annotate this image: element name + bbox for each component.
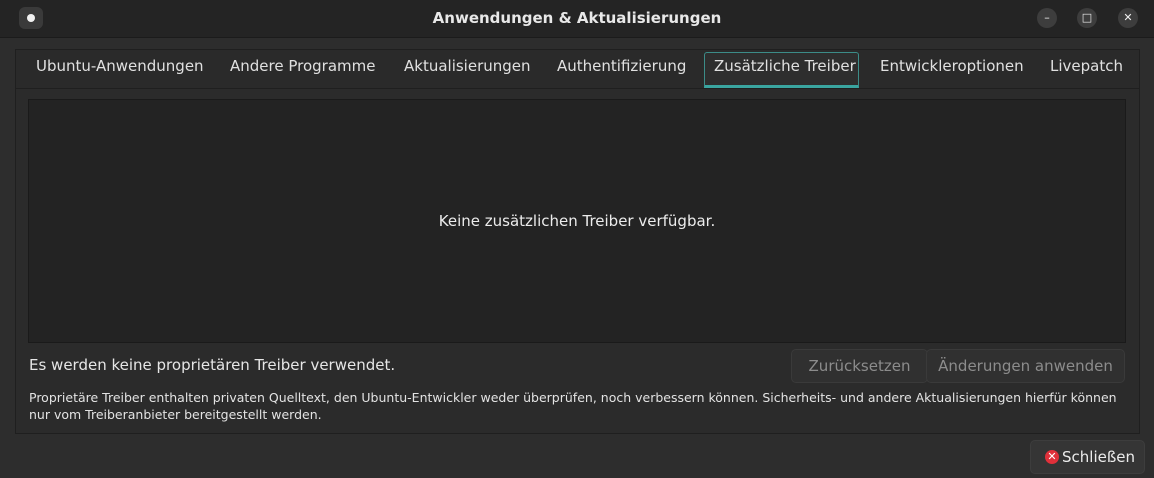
maximize-button[interactable]: □	[1077, 8, 1097, 28]
minimize-button[interactable]: –	[1037, 8, 1057, 28]
proprietary-driver-note: Proprietäre Treiber enthalten privaten Q…	[29, 390, 1117, 422]
close-icon: ✕	[1045, 450, 1059, 464]
window-title: Anwendungen & Aktualisierungen	[432, 9, 722, 27]
tab-notebook: Ubuntu-Anwendungen Andere Programme Aktu…	[15, 49, 1140, 434]
revert-button[interactable]: Zurücksetzen	[791, 349, 928, 383]
close-button[interactable]: ✕ Schließen	[1030, 440, 1145, 474]
tab-zusaetzliche-treiber-label[interactable]: Zusätzliche Treiber	[714, 57, 856, 75]
apply-changes-button[interactable]: Änderungen anwenden	[926, 349, 1125, 383]
tab-entwickleroptionen[interactable]: Entwickleroptionen	[880, 57, 1024, 75]
close-button-label: Schließen	[1062, 448, 1136, 466]
tab-andere-programme[interactable]: Andere Programme	[230, 57, 375, 75]
tab-aktualisierungen[interactable]: Aktualisierungen	[404, 57, 531, 75]
driver-status: Es werden keine proprietären Treiber ver…	[29, 356, 396, 374]
title-bar: Anwendungen & Aktualisierungen – □ ✕	[0, 0, 1154, 38]
tab-authentifizierung[interactable]: Authentifizierung	[557, 57, 686, 75]
no-drivers-message: Keine zusätzlichen Treiber verfügbar.	[438, 212, 716, 230]
driver-list: Keine zusätzlichen Treiber verfügbar.	[28, 99, 1126, 343]
tab-bar: Ubuntu-Anwendungen Andere Programme Aktu…	[16, 50, 1139, 89]
tab-livepatch[interactable]: Livepatch	[1050, 57, 1123, 75]
close-window-button[interactable]: ✕	[1118, 8, 1138, 28]
tab-ubuntu-anwendungen[interactable]: Ubuntu-Anwendungen	[36, 57, 204, 75]
